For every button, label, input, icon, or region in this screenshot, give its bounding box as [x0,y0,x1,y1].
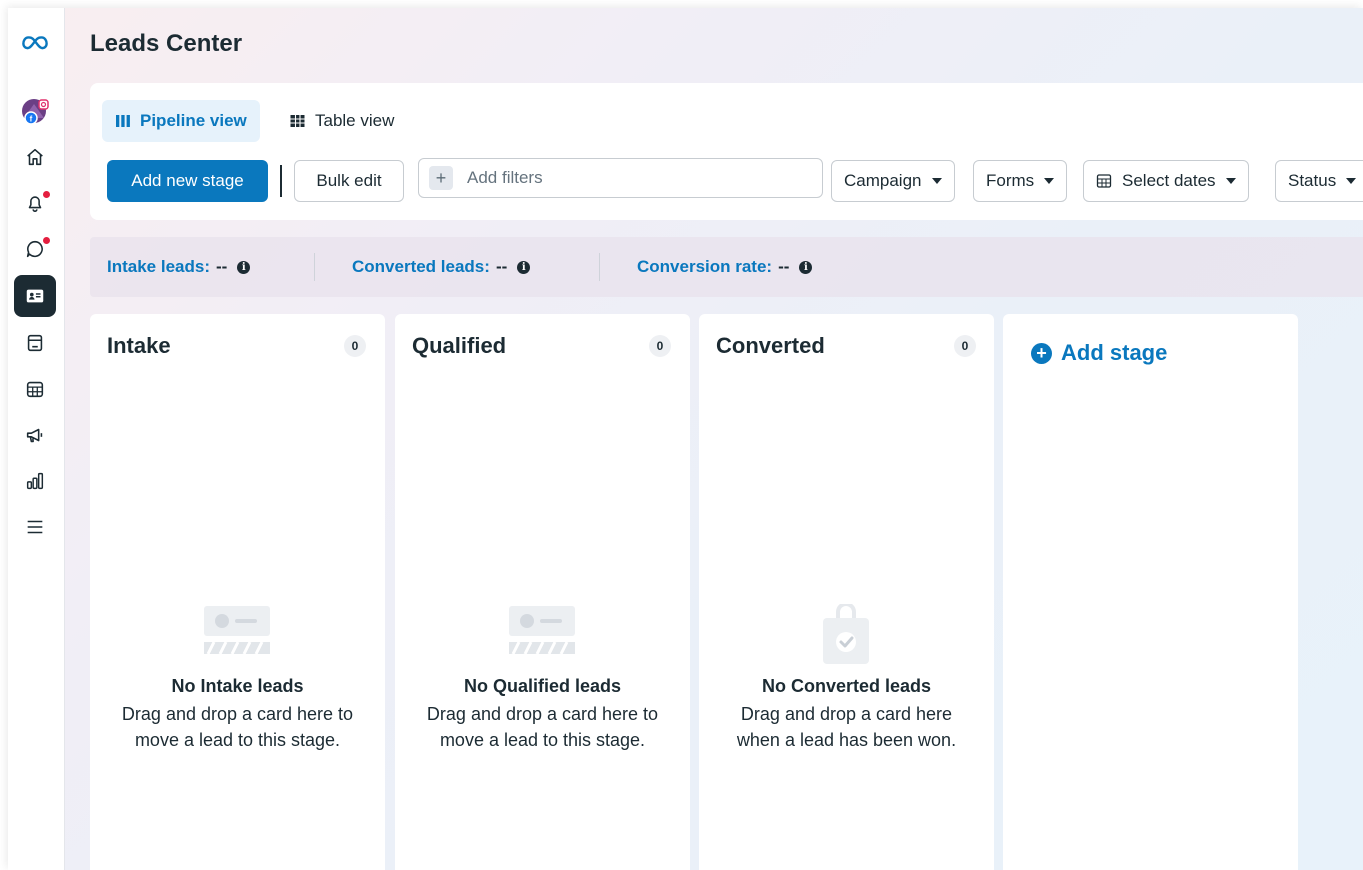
page-title: Leads Center [90,30,243,57]
menu-icon[interactable] [14,506,56,548]
add-filters-placeholder: Add filters [467,168,543,187]
intake-leads-value: -- [216,257,228,276]
caret-down-icon [1044,178,1055,184]
converted-leads-label: Converted leads: [352,257,490,276]
meta-logo-icon[interactable] [14,22,56,64]
empty-state-title: No Qualified leads [463,676,622,696]
info-icon[interactable]: i [517,260,531,274]
conversion-rate-metric: Conversion rate: -- i [637,237,813,297]
messages-icon[interactable] [14,228,56,270]
stage-column-intake[interactable]: Intake 0 No Intake leads Drag and drop a… [90,314,385,870]
notification-dot [43,191,50,198]
stage-count-badge: 0 [344,335,366,357]
metric-divider [599,253,600,281]
converted-leads-value: -- [495,257,508,276]
metric-divider [314,253,315,281]
stage-title: Converted [716,333,825,358]
stage-column-converted[interactable]: Converted 0 No Converted leads Drag and … [699,314,994,870]
caret-down-icon [931,178,942,184]
empty-card-illustration [509,606,575,655]
posts-icon[interactable] [14,322,56,364]
conversion-rate-label: Conversion rate: [637,257,773,276]
campaign-dropdown[interactable]: Campaign [831,160,955,202]
stage-title: Intake [107,333,171,358]
add-new-stage-button[interactable]: Add new stage [107,160,268,202]
select-dates-label: Select dates [1122,171,1216,190]
add-stage-label: Add stage [1061,340,1168,365]
add-stage-column: + Add stage [1003,314,1298,870]
caret-down-icon [1346,178,1357,184]
insights-icon[interactable] [14,460,56,502]
conversion-rate-value: -- [778,257,790,276]
pipeline-columns-icon [116,115,130,127]
tab-table-view[interactable]: Table view [276,100,407,142]
bulk-edit-button[interactable]: Bulk edit [294,160,404,202]
toolbar-divider [280,165,282,197]
add-stage-button[interactable]: + Add stage [1031,340,1167,366]
select-dates-dropdown[interactable]: Select dates [1083,160,1249,202]
stage-title: Qualified [412,333,507,358]
calendar-icon[interactable] [14,368,56,410]
status-label: Status [1288,171,1337,190]
table-grid-icon [290,115,305,127]
message-dot [43,237,50,244]
ads-icon[interactable] [14,414,56,456]
forms-label: Forms [986,171,1035,190]
converted-leads-metric: Converted leads: -- i [352,237,531,297]
add-filter-plus-icon[interactable]: + [429,166,453,190]
tab-pipeline-view[interactable]: Pipeline view [102,100,260,142]
tab-pipeline-label: Pipeline view [140,111,247,130]
svg-text:f: f [30,115,33,124]
empty-state-description: Drag and drop a card here to move a lead… [426,704,659,750]
plus-circle-icon: + [1031,342,1052,364]
home-icon[interactable] [14,136,56,178]
intake-leads-label: Intake leads: [107,257,210,276]
leads-center-icon[interactable] [14,275,56,317]
info-icon[interactable]: i [799,260,813,274]
metrics-bar: Intake leads: -- i Converted leads: -- i… [90,237,1363,297]
calendar-icon [1096,174,1112,188]
empty-state-description: Drag and drop a card here when a lead ha… [736,704,957,750]
empty-card-illustration [204,606,270,655]
notifications-icon[interactable] [14,182,56,224]
forms-dropdown[interactable]: Forms [973,160,1068,202]
info-icon[interactable]: i [237,260,251,274]
caret-down-icon [1225,178,1236,184]
left-nav-rail: f [8,8,65,870]
tab-table-label: Table view [315,111,395,130]
stage-count-badge: 0 [954,335,976,357]
empty-state-description: Drag and drop a card here to move a lead… [121,704,354,750]
leads-center-window: f Leads Center Pipeline view Table view … [8,8,1363,870]
toolbar-card: Pipeline view Table view Add new stage B… [90,83,1363,220]
stage-column-qualified[interactable]: Qualified 0 No Qualified leads Drag and … [395,314,690,870]
status-dropdown[interactable]: Status [1275,160,1363,202]
campaign-label: Campaign [844,171,922,190]
shopping-bag-check-icon [823,604,869,664]
stage-count-badge: 0 [649,335,671,357]
intake-leads-metric: Intake leads: -- i [107,237,251,297]
account-avatar[interactable]: f [14,90,56,132]
empty-state-title: No Converted leads [761,676,932,696]
empty-state-title: No Intake leads [171,676,304,696]
add-filters-input[interactable]: + Add filters [418,158,823,198]
